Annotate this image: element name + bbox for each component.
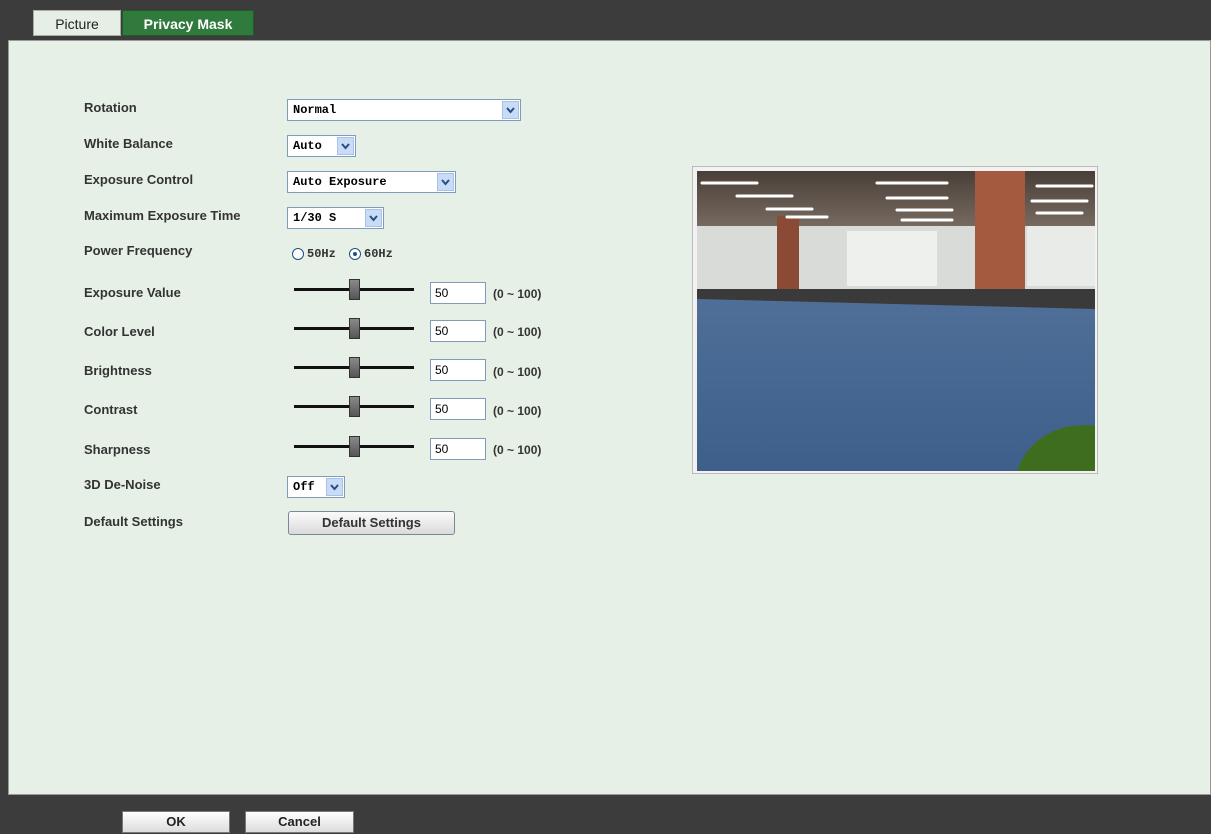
chevron-down-icon — [337, 137, 354, 155]
sharpness-range: (0 ~ 100) — [493, 443, 542, 457]
radio-60hz-label: 60Hz — [364, 247, 393, 261]
contrast-input[interactable] — [430, 398, 486, 420]
rotation-select[interactable]: Normal — [287, 99, 521, 121]
max-exposure-time-value: 1/30 S — [293, 211, 337, 225]
ok-button[interactable]: OK — [122, 811, 230, 833]
exposure-control-select[interactable]: Auto Exposure — [287, 171, 456, 193]
default-settings-label: Default Settings — [84, 514, 183, 529]
white-balance-select[interactable]: Auto — [287, 135, 356, 157]
exposure-control-value: Auto Exposure — [293, 175, 387, 189]
slider-thumb[interactable] — [348, 396, 360, 417]
rotation-value: Normal — [293, 103, 337, 117]
brightness-slider[interactable] — [294, 357, 414, 379]
tab-privacy-mask[interactable]: Privacy Mask — [122, 10, 254, 36]
cancel-button[interactable]: Cancel — [245, 811, 354, 833]
de-noise-select[interactable]: Off — [287, 476, 345, 498]
camera-preview-image — [697, 171, 1095, 471]
power-frequency-radios: 50Hz 60Hz — [292, 247, 399, 261]
contrast-slider[interactable] — [294, 396, 414, 418]
exposure-value-slider[interactable] — [294, 279, 414, 301]
slider-thumb[interactable] — [348, 279, 360, 300]
chevron-down-icon — [365, 209, 382, 227]
power-frequency-label: Power Frequency — [84, 243, 193, 258]
exposure-control-label: Exposure Control — [84, 172, 194, 187]
exposure-value-label: Exposure Value — [84, 285, 181, 300]
white-balance-label: White Balance — [84, 136, 173, 151]
color-level-label: Color Level — [84, 324, 155, 339]
slider-thumb[interactable] — [348, 436, 360, 457]
tab-bar: Picture Privacy Mask — [0, 0, 1211, 40]
rotation-label: Rotation — [84, 100, 137, 115]
de-noise-label: 3D De-Noise — [84, 477, 161, 492]
brightness-range: (0 ~ 100) — [493, 365, 542, 379]
color-level-input[interactable] — [430, 320, 486, 342]
chevron-down-icon — [437, 173, 454, 191]
radio-60hz[interactable] — [349, 248, 362, 260]
sharpness-slider[interactable] — [294, 436, 414, 458]
de-noise-value: Off — [293, 480, 315, 494]
color-level-range: (0 ~ 100) — [493, 325, 542, 339]
radio-50hz-label: 50Hz — [307, 247, 336, 261]
brightness-input[interactable] — [430, 359, 486, 381]
chevron-down-icon — [326, 478, 343, 496]
tab-picture[interactable]: Picture — [33, 10, 121, 36]
default-settings-button[interactable]: Default Settings — [288, 511, 455, 535]
exposure-value-range: (0 ~ 100) — [493, 287, 542, 301]
contrast-label: Contrast — [84, 402, 138, 417]
slider-thumb[interactable] — [348, 357, 360, 378]
slider-thumb[interactable] — [348, 318, 360, 339]
chevron-down-icon — [502, 101, 519, 119]
max-exposure-time-select[interactable]: 1/30 S — [287, 207, 384, 229]
max-exposure-time-label: Maximum Exposure Time — [84, 208, 241, 223]
color-level-slider[interactable] — [294, 318, 414, 340]
sharpness-input[interactable] — [430, 438, 486, 460]
exposure-value-input[interactable] — [430, 282, 486, 304]
camera-preview — [692, 166, 1098, 474]
white-balance-value: Auto — [293, 139, 322, 153]
radio-50hz[interactable] — [292, 248, 304, 260]
sharpness-label: Sharpness — [84, 442, 151, 457]
contrast-range: (0 ~ 100) — [493, 404, 542, 418]
brightness-label: Brightness — [84, 363, 152, 378]
